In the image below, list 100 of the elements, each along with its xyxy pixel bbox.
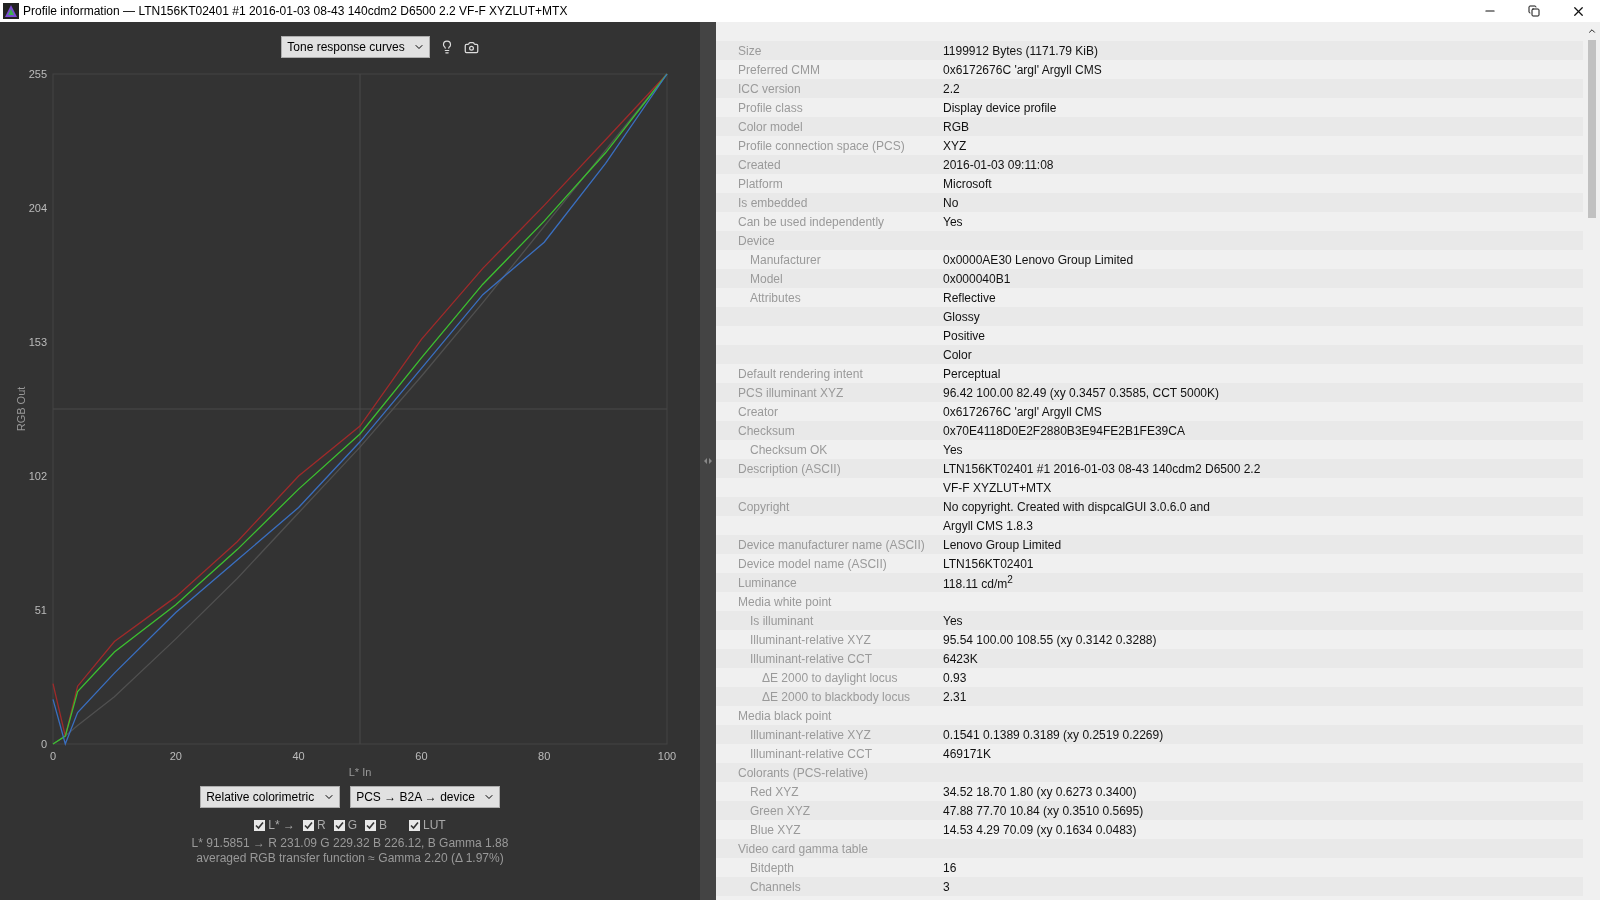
property-value: 0x6172676C 'argl' Argyll CMS [943,62,1102,77]
curve-checkbox[interactable]: R [303,818,326,832]
x-axis-label: L* In [348,766,372,778]
y-tick-label: 153 [28,336,47,348]
property-label: Media white point [738,594,832,609]
property-value: VF-F XYZLUT+MTX [943,480,1052,495]
curve-checkbox[interactable]: LUT [409,818,446,832]
property-label: Bitdepth [750,860,795,875]
property-label: Colorants (PCS-relative) [738,765,869,780]
x-tick-label: 40 [292,750,305,762]
scrollbar-thumb[interactable] [1587,40,1596,218]
curve-checkbox[interactable]: L* → [254,818,295,832]
property-value: RGB [943,119,969,134]
property-value: XYZ [943,138,967,153]
property-label: PCS illuminant XYZ [738,385,844,400]
property-label: Preferred CMM [738,62,820,77]
property-value: 0x70E4118D0E2F2880B3E94FE2B1FE39CA [943,423,1185,438]
property-label: ΔE 2000 to blackbody locus [762,689,911,704]
app-logo-icon [3,3,19,19]
property-value: 34.52 18.70 1.80 (xy 0.6273 0.3400) [943,784,1137,799]
property-value: Lenovo Group Limited [943,537,1062,552]
y-tick-label: 0 [40,738,47,750]
y-tick-label: 51 [34,604,47,616]
intent-dropdown[interactable]: Relative colorimetric [200,786,341,808]
property-label: Channels [750,879,801,894]
scroll-up-icon[interactable] [1586,26,1597,36]
check-icon [366,820,375,830]
property-label: Luminance [738,575,797,590]
property-label: Platform [738,176,783,191]
property-value: 96.42 100.00 82.49 (xy 0.3457 0.3585, CCT 5000K) [943,385,1219,400]
splitter-grip-icon[interactable] [704,458,712,464]
curve-info-text: averaged RGB transfer function ≈ Gamma 2.20 (Δ 1.97%) [195,851,505,866]
property-value: Positive [943,328,986,343]
y-tick-label: 102 [28,470,47,482]
view-dropdown[interactable]: Tone response curves [281,36,430,58]
property-value: Reflective [943,290,996,305]
property-label: Illuminant-relative CCT [750,746,873,761]
property-label: Media black point [738,708,832,723]
property-value: 0.93 [943,670,967,685]
property-label: Illuminant-relative CCT [750,651,873,666]
property-label: Can be used independently [738,214,885,229]
x-tick-label: 60 [415,750,428,762]
property-value: Glossy [943,309,980,324]
property-label: Checksum [738,423,795,438]
restore-icon [1528,5,1540,17]
property-value: Yes [943,613,963,628]
property-label: Profile connection space (PCS) [738,138,905,153]
y-tick-label: 255 [28,68,47,80]
property-value: Yes [943,442,963,457]
curve-checkbox[interactable]: G [333,818,357,832]
curve-checkbox[interactable]: B [365,818,387,832]
property-label: Copyright [738,499,790,514]
property-value: 1199912 Bytes (1171.79 KiB) [943,43,1098,58]
property-label: Is embedded [738,195,808,210]
property-value: 0x0000AE30 Lenovo Group Limited [943,252,1134,267]
camera-icon[interactable] [463,39,479,55]
scrollbar[interactable] [1583,22,1600,900]
property-label: Checksum OK [750,442,828,457]
property-value: 118.11 cd/m$^{2}$ [943,574,1013,591]
property-label: Description (ASCII) [738,461,841,476]
property-label: Default rendering intent [738,366,863,381]
property-label: Device model name (ASCII) [738,556,887,571]
direction-dropdown[interactable]: PCS → B2A → device [350,786,500,808]
property-label: Illuminant-relative XYZ [750,632,871,647]
property-value: 2016-01-03 09:11:08 [943,157,1054,172]
property-value: Display device profile [943,100,1057,115]
x-tick-label: 80 [538,750,551,762]
property-value: 0x6172676C 'argl' Argyll CMS [943,404,1102,419]
property-value: 47.88 77.70 10.84 (xy 0.3510 0.5695) [943,803,1144,818]
property-value: 95.54 100.00 108.55 (xy 0.3142 0.3288) [943,632,1157,647]
property-label: Size [738,43,762,58]
property-label: Device [738,233,775,248]
property-value: Perceptual [943,366,1001,381]
property-label: Model [750,271,783,286]
check-icon [334,820,344,830]
property-value: Argyll CMS 1.8.3 [943,518,1034,533]
x-tick-label: 100 [657,750,677,762]
x-tick-label: 20 [169,750,182,762]
property-label: Is illuminant [750,613,814,628]
property-label: Attributes [750,290,801,305]
property-label: Green XYZ [750,803,811,818]
property-value: 2.2 [943,81,960,96]
property-value: Microsoft [943,176,992,191]
y-axis-label: RGB Out [15,386,27,432]
property-label: Color model [738,119,803,134]
property-value: 2.31 [943,689,967,704]
property-label: Red XYZ [750,784,799,799]
check-icon [410,820,419,830]
window-title: Profile information — LTN156KT02401 #1 2016-01-03 08-43 140cdm2 D6500 2.2 VF-F XYZLUT+MTX [22,4,569,18]
property-value: 0.1541 0.1389 0.3189 (xy 0.2519 0.2269) [943,727,1164,742]
property-value: 0x000040B1 [943,271,1011,286]
y-tick-label: 204 [28,202,47,214]
property-label: ΔE 2000 to daylight locus [762,670,898,685]
check-icon [304,820,313,830]
property-value: 16 [943,860,957,875]
property-label: ICC version [738,81,801,96]
check-icon [255,820,265,830]
property-label: Device manufacturer name (ASCII) [738,537,925,552]
property-label: Illuminant-relative XYZ [750,727,871,742]
property-value: 14.53 4.29 70.09 (xy 0.1634 0.0483) [943,822,1137,837]
